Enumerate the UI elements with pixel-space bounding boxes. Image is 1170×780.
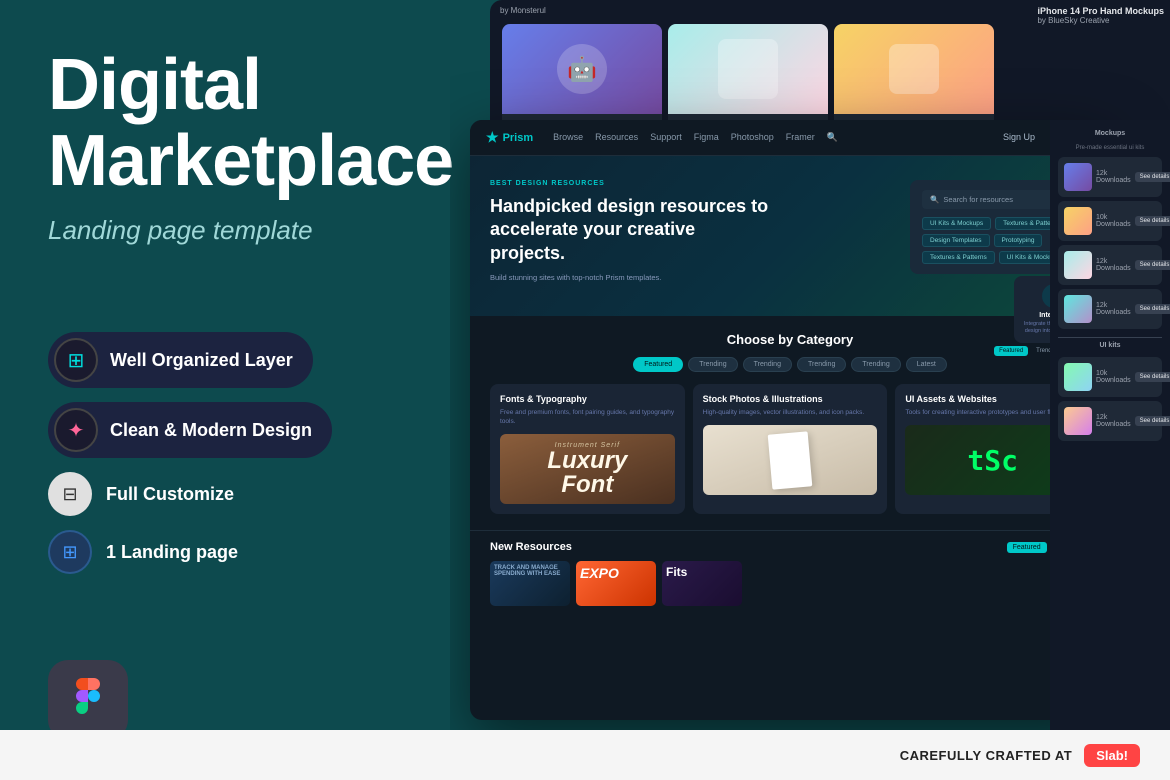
paper-fold-shape	[768, 431, 813, 489]
feature-customize: ⊟ Full Customize	[48, 472, 432, 516]
side-item-3-info: 12k Downloads	[1096, 258, 1131, 272]
top-brand: by Monsterul	[500, 6, 546, 15]
resource-card-3[interactable]: Fits	[662, 561, 742, 606]
mock-categories-title: Choose by Category	[490, 332, 1090, 347]
top-brand-2: iPhone 14 Pro Hand Mockups by BlueSky Cr…	[1037, 6, 1164, 25]
mock-filter-pills: Featured Trending Trending Trending Tren…	[490, 357, 1090, 372]
grid-icon-wrapper: ⊞	[48, 530, 92, 574]
left-bottom	[48, 660, 432, 740]
mock-nav-links: Browse Resources Support Figma Photoshop…	[553, 132, 838, 143]
left-panel: Digital Marketplace Landing page templat…	[0, 0, 480, 780]
side-item-5: 10k Downloads See details	[1058, 357, 1162, 397]
right-panel: by Monsterul iPhone 14 Pro Hand Mockups …	[450, 0, 1170, 780]
category-card-photos[interactable]: Stock Photos & Illustrations High-qualit…	[693, 384, 888, 514]
ui-kits-section: UI kits	[1058, 337, 1162, 353]
side-item-4: 12k Downloads See details	[1058, 289, 1162, 329]
cat-photos-title: Stock Photos & Illustrations	[703, 394, 878, 404]
grid-icon: ⊞	[62, 542, 77, 563]
brush-icon: ✦	[68, 418, 85, 443]
layers-icon-wrapper: ⊞	[54, 338, 98, 382]
feature-design-label: Clean & Modern Design	[110, 420, 312, 441]
cat-fonts-title: Fonts & Typography	[500, 394, 675, 404]
cat-fonts-preview: Instrument Serif Luxury Font	[500, 434, 675, 504]
feature-landing-label: 1 Landing page	[106, 542, 238, 563]
side-listings: Mockups Pre-made essential ui kits 12k D…	[1050, 120, 1170, 780]
mock-hero-title: Handpicked design resources to accelerat…	[490, 195, 770, 265]
feature-design: ✦ Clean & Modern Design	[48, 402, 332, 458]
side-item-3: 12k Downloads See details	[1058, 245, 1162, 285]
side-item-4-info: 12k Downloads	[1096, 302, 1131, 316]
side-item-4-visual	[1064, 295, 1092, 323]
website-mockup: ★ Prism Browse Resources Support Figma P…	[470, 120, 1110, 720]
mock-new-resources-section: New Resources Featured Trending TRACK AN…	[470, 530, 1110, 616]
side-item-1-info: 12k Downloads	[1096, 170, 1131, 184]
feature-landing: ⊞ 1 Landing page	[48, 530, 432, 574]
crafted-text: CAREFULLY CRAFTED AT	[900, 748, 1073, 763]
subtitle: Landing page template	[48, 215, 432, 246]
feature-layers: ⊞ Well Organized Layer	[48, 332, 313, 388]
side-item-6: 12k Downloads See details	[1058, 401, 1162, 441]
side-item-5-info: 10k Downloads	[1096, 370, 1131, 384]
side-item-5-visual	[1064, 363, 1092, 391]
crop-icon: ⊟	[62, 484, 77, 505]
cat-photos-desc: High-quality images, vector illustration…	[703, 408, 878, 417]
side-item-2-info: 10k Downloads	[1096, 214, 1131, 228]
side-item-1-visual	[1064, 163, 1092, 191]
side-item-3-visual	[1064, 251, 1092, 279]
main-title: Digital Marketplace	[48, 48, 432, 199]
mock-hero-subtitle: Build stunning sites with top-notch Pris…	[490, 273, 750, 282]
feature-customize-label: Full Customize	[106, 484, 234, 505]
crop-icon-wrapper: ⊟	[48, 472, 92, 516]
mock-category-cards: Fonts & Typography Free and premium font…	[490, 384, 1090, 514]
figma-icon	[70, 678, 106, 723]
bottom-bar: CAREFULLY CRAFTED AT Slab!	[0, 730, 1170, 780]
feature-layers-label: Well Organized Layer	[110, 350, 293, 371]
features-list: ⊞ Well Organized Layer ✦ Clean & Modern …	[48, 332, 432, 574]
resource-card-2[interactable]: EXPO	[576, 561, 656, 606]
product-card-1-img: 🤖	[502, 24, 662, 114]
resource-card-1[interactable]: TRACK AND MANAGE SPENDING WITH EASE	[490, 561, 570, 606]
side-item-6-visual	[1064, 407, 1092, 435]
product-card-2-img	[668, 24, 828, 114]
mock-new-resources-header: New Resources Featured Trending	[490, 541, 1090, 553]
side-item-2-visual	[1064, 207, 1092, 235]
mock-new-resources-title: New Resources	[490, 541, 572, 553]
mock-hero: BEST DESIGN RESOURCES Handpicked design …	[470, 156, 1110, 316]
search-icon: 🔍	[930, 195, 939, 204]
figma-badge	[48, 660, 128, 740]
design-icon-wrapper: ✦	[54, 408, 98, 452]
cat-photos-preview	[703, 425, 878, 495]
cat-fonts-desc: Free and premium fonts, font pairing gui…	[500, 408, 675, 426]
mock-resource-cards: TRACK AND MANAGE SPENDING WITH EASE EXPO…	[490, 561, 1090, 606]
layers-icon: ⊞	[68, 348, 85, 373]
category-card-fonts[interactable]: Fonts & Typography Free and premium font…	[490, 384, 685, 514]
mock-logo: ★ Prism	[486, 129, 533, 146]
mock-navbar: ★ Prism Browse Resources Support Figma P…	[470, 120, 1110, 156]
side-item-6-info: 12k Downloads	[1096, 414, 1131, 428]
product-card-3-img	[834, 24, 994, 114]
title-block: Digital Marketplace Landing page templat…	[48, 48, 432, 286]
side-item-1: 12k Downloads See details	[1058, 157, 1162, 197]
slab-badge: Slab!	[1084, 744, 1140, 767]
side-item-2: 10k Downloads See details	[1058, 201, 1162, 241]
